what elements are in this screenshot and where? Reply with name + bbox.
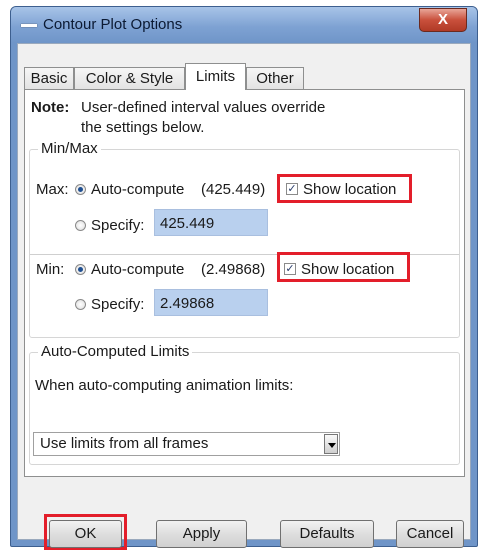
min-specify-input[interactable]: 2.49868: [154, 289, 268, 316]
note-label: Note:: [31, 99, 70, 116]
max-label: Max:: [36, 181, 69, 198]
max-specify-input[interactable]: 425.449: [154, 209, 268, 236]
min-auto-value: (2.49868): [201, 261, 266, 278]
auto-limits-select[interactable]: Use limits from all frames: [33, 432, 340, 456]
window-title: Contour Plot Options: [43, 16, 183, 33]
max-show-location-label[interactable]: Show location: [303, 181, 396, 198]
note-text-line1: User-defined interval values override: [81, 99, 326, 116]
auto-limits-selected-value: Use limits from all frames: [40, 435, 209, 452]
min-label: Min:: [36, 261, 65, 278]
max-auto-compute-radio[interactable]: [75, 184, 86, 195]
max-auto-compute-label[interactable]: Auto-compute: [91, 181, 184, 198]
max-specify-radio[interactable]: [75, 220, 86, 231]
ok-button[interactable]: OK: [49, 520, 122, 548]
max-show-location-checkbox[interactable]: ✓: [286, 183, 298, 195]
dialog-client-area: Basic Color & Style Limits Other Note: U…: [17, 43, 471, 550]
auto-limits-prompt: When auto-computing animation limits:: [35, 377, 294, 394]
dialog-window: Contour Plot Options X Basic Color & Sty…: [10, 6, 478, 550]
auto-limits-group-title: Auto-Computed Limits: [38, 343, 193, 360]
max-specify-label[interactable]: Specify:: [91, 217, 144, 234]
min-show-location-checkbox[interactable]: ✓: [284, 263, 296, 275]
tab-color-style[interactable]: Color & Style: [74, 67, 185, 89]
cancel-button[interactable]: Cancel: [396, 520, 464, 548]
tab-basic[interactable]: Basic: [24, 67, 74, 89]
close-button[interactable]: X: [419, 8, 467, 32]
min-specify-radio[interactable]: [75, 299, 86, 310]
apply-button[interactable]: Apply: [156, 520, 247, 548]
min-specify-label[interactable]: Specify:: [91, 296, 144, 313]
app-menu-icon[interactable]: [21, 24, 37, 27]
minmax-group-title: Min/Max: [38, 140, 101, 157]
min-show-location-label[interactable]: Show location: [301, 261, 394, 278]
min-auto-compute-label[interactable]: Auto-compute: [91, 261, 184, 278]
dropdown-arrow-icon[interactable]: [324, 434, 338, 454]
min-auto-compute-radio[interactable]: [75, 264, 86, 275]
note-text-line2: the settings below.: [81, 119, 205, 136]
title-bar[interactable]: Contour Plot Options X: [11, 7, 477, 43]
defaults-button[interactable]: Defaults: [280, 520, 374, 548]
limits-tab-page: Note: User-defined interval values overr…: [24, 89, 465, 477]
max-auto-value: (425.449): [201, 181, 266, 198]
tab-other[interactable]: Other: [246, 67, 304, 89]
tab-limits[interactable]: Limits: [185, 63, 246, 90]
